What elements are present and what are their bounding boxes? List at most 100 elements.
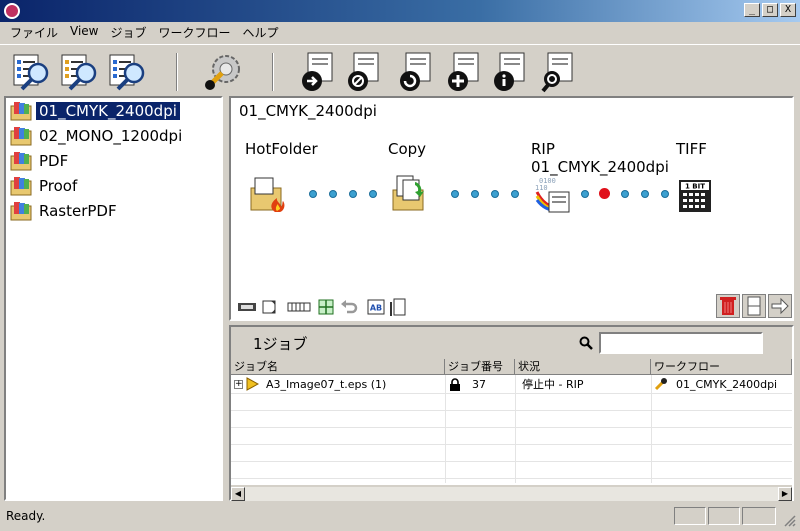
- job-restart-icon[interactable]: [396, 51, 436, 93]
- grid-line: [651, 375, 652, 483]
- menu-job[interactable]: ジョブ: [107, 22, 155, 42]
- toolbar: [0, 44, 800, 98]
- workflow-item-01-cmyk[interactable]: 01_CMYK_2400dpi: [6, 98, 221, 123]
- job-info-icon[interactable]: [490, 51, 530, 93]
- column-header-job-name[interactable]: ジョブ名: [231, 359, 445, 375]
- grid-line: [231, 478, 792, 479]
- connector-dot: [349, 190, 357, 198]
- workflow-item-pdf[interactable]: PDF: [6, 148, 221, 173]
- grid-line: [231, 410, 792, 411]
- status-bar: Ready.: [0, 503, 800, 531]
- workflow-diagram: 01_CMYK_2400dpi HotFolder Copy RIP 01_CM…: [229, 96, 794, 321]
- connector-dot: [451, 190, 459, 198]
- toolbar-separator: [176, 53, 178, 91]
- job-play-icon: [246, 377, 259, 391]
- job-list-pane: 1ジョブ ジョブ名 ジョブ番号 状況 ワークフロー + A3_Image07_t…: [229, 325, 794, 501]
- connector-dot: [471, 190, 479, 198]
- half-contrast-icon[interactable]: [261, 298, 277, 316]
- job-name-cell: A3_Image07_t.eps (1): [266, 378, 387, 391]
- job-stop-icon[interactable]: [344, 51, 384, 93]
- workflow-list: 01_CMYK_2400dpi 02_MONO_1200dpi PDF Proo…: [4, 96, 223, 501]
- workflow-label: RasterPDF: [39, 201, 117, 220]
- status-panel: [742, 507, 776, 525]
- workflow-folder-icon: [10, 101, 32, 120]
- search-icon: [579, 336, 593, 350]
- workflow-item-rasterpdf[interactable]: RasterPDF: [6, 198, 221, 223]
- workflow-folder-icon: [10, 151, 32, 170]
- job-table: ジョブ名 ジョブ番号 状況 ワークフロー + A3_Image07_t.eps …: [231, 359, 792, 485]
- workflow-folder-icon: [10, 201, 32, 220]
- node-label-tiff: TIFF: [676, 140, 707, 158]
- queue-search-icon[interactable]: [108, 51, 148, 93]
- workflow-wrench-icon: [654, 378, 667, 391]
- workflow-item-proof[interactable]: Proof: [6, 173, 221, 198]
- tiff-badge: 1 BIT: [685, 183, 705, 191]
- connector-dot: [369, 190, 377, 198]
- strip-view-icon[interactable]: [287, 298, 311, 316]
- film-strip-icon[interactable]: [237, 298, 257, 316]
- lock-icon: [450, 378, 460, 391]
- connector-dot: [621, 190, 629, 198]
- expand-toggle[interactable]: +: [234, 380, 243, 389]
- scroll-left-button[interactable]: ◀: [231, 487, 245, 501]
- svg-text:110: 110: [535, 184, 548, 192]
- column-header-status[interactable]: 状況: [515, 359, 651, 375]
- job-search-input[interactable]: [599, 332, 763, 354]
- settings-wrench-icon[interactable]: [202, 51, 242, 93]
- arrow-right-icon[interactable]: [768, 294, 792, 318]
- node-label-copy: Copy: [388, 140, 427, 158]
- job-add-icon[interactable]: [444, 51, 484, 93]
- hotfolder-node-icon[interactable]: [249, 174, 289, 214]
- menu-bar: ファイル View ジョブ ワークフロー ヘルプ: [0, 22, 800, 42]
- connector-dot: [511, 190, 519, 198]
- tile-view-icon[interactable]: [317, 298, 335, 316]
- workflow-folder-icon: [10, 176, 32, 195]
- status-panel: [708, 507, 740, 525]
- node-label-hotfolder: HotFolder: [245, 140, 318, 158]
- job-list-search-icon[interactable]: [60, 51, 100, 93]
- status-text: Ready.: [6, 509, 46, 523]
- node-label-rip: RIP 01_CMYK_2400dpi: [531, 140, 669, 176]
- menu-help[interactable]: ヘルプ: [239, 22, 287, 42]
- scroll-right-button[interactable]: ▶: [778, 487, 792, 501]
- connector-dot: [329, 190, 337, 198]
- job-preview-icon[interactable]: [538, 51, 578, 93]
- horizontal-scrollbar[interactable]: ◀ ▶: [231, 487, 792, 501]
- delete-trash-icon[interactable]: [716, 294, 740, 318]
- connector-dot: [581, 190, 589, 198]
- connector-dot: [641, 190, 649, 198]
- grid-line: [445, 375, 446, 483]
- column-header-workflow[interactable]: ワークフロー: [651, 359, 792, 375]
- minimize-button[interactable]: _: [744, 3, 760, 17]
- resize-grip-icon[interactable]: [782, 513, 796, 527]
- rip-node-icon[interactable]: 0100 110: [533, 174, 577, 214]
- grid-line: [231, 427, 792, 428]
- stop-point-dot[interactable]: [599, 188, 610, 199]
- page-icon[interactable]: [389, 298, 407, 316]
- app-icon: [4, 3, 20, 19]
- split-view-icon[interactable]: [742, 294, 766, 318]
- workflow-list-search-icon[interactable]: [12, 51, 52, 93]
- grid-line: [231, 393, 792, 394]
- menu-view[interactable]: View: [66, 22, 106, 42]
- text-ab-icon[interactable]: AB: [367, 298, 385, 316]
- maximize-button[interactable]: □: [762, 3, 778, 17]
- copy-node-icon[interactable]: [391, 174, 431, 214]
- connector-dot: [491, 190, 499, 198]
- menu-workflow[interactable]: ワークフロー: [155, 22, 239, 42]
- connector-dot: [309, 190, 317, 198]
- tiff-node-icon[interactable]: 1 BIT: [677, 178, 713, 214]
- workflow-label: PDF: [39, 151, 69, 170]
- workflow-label: Proof: [39, 176, 78, 195]
- workflow-item-02-mono[interactable]: 02_MONO_1200dpi: [6, 123, 221, 148]
- job-submit-icon[interactable]: [298, 51, 338, 93]
- close-button[interactable]: X: [780, 3, 796, 17]
- column-header-job-number[interactable]: ジョブ番号: [445, 359, 515, 375]
- title-bar: _ □ X: [0, 0, 800, 22]
- job-status-cell: 停止中 - RIP: [522, 378, 584, 391]
- menu-file[interactable]: ファイル: [6, 22, 66, 42]
- grid-line: [231, 461, 792, 462]
- undo-icon[interactable]: [339, 298, 359, 316]
- connector-dot: [661, 190, 669, 198]
- grid-line: [515, 375, 516, 483]
